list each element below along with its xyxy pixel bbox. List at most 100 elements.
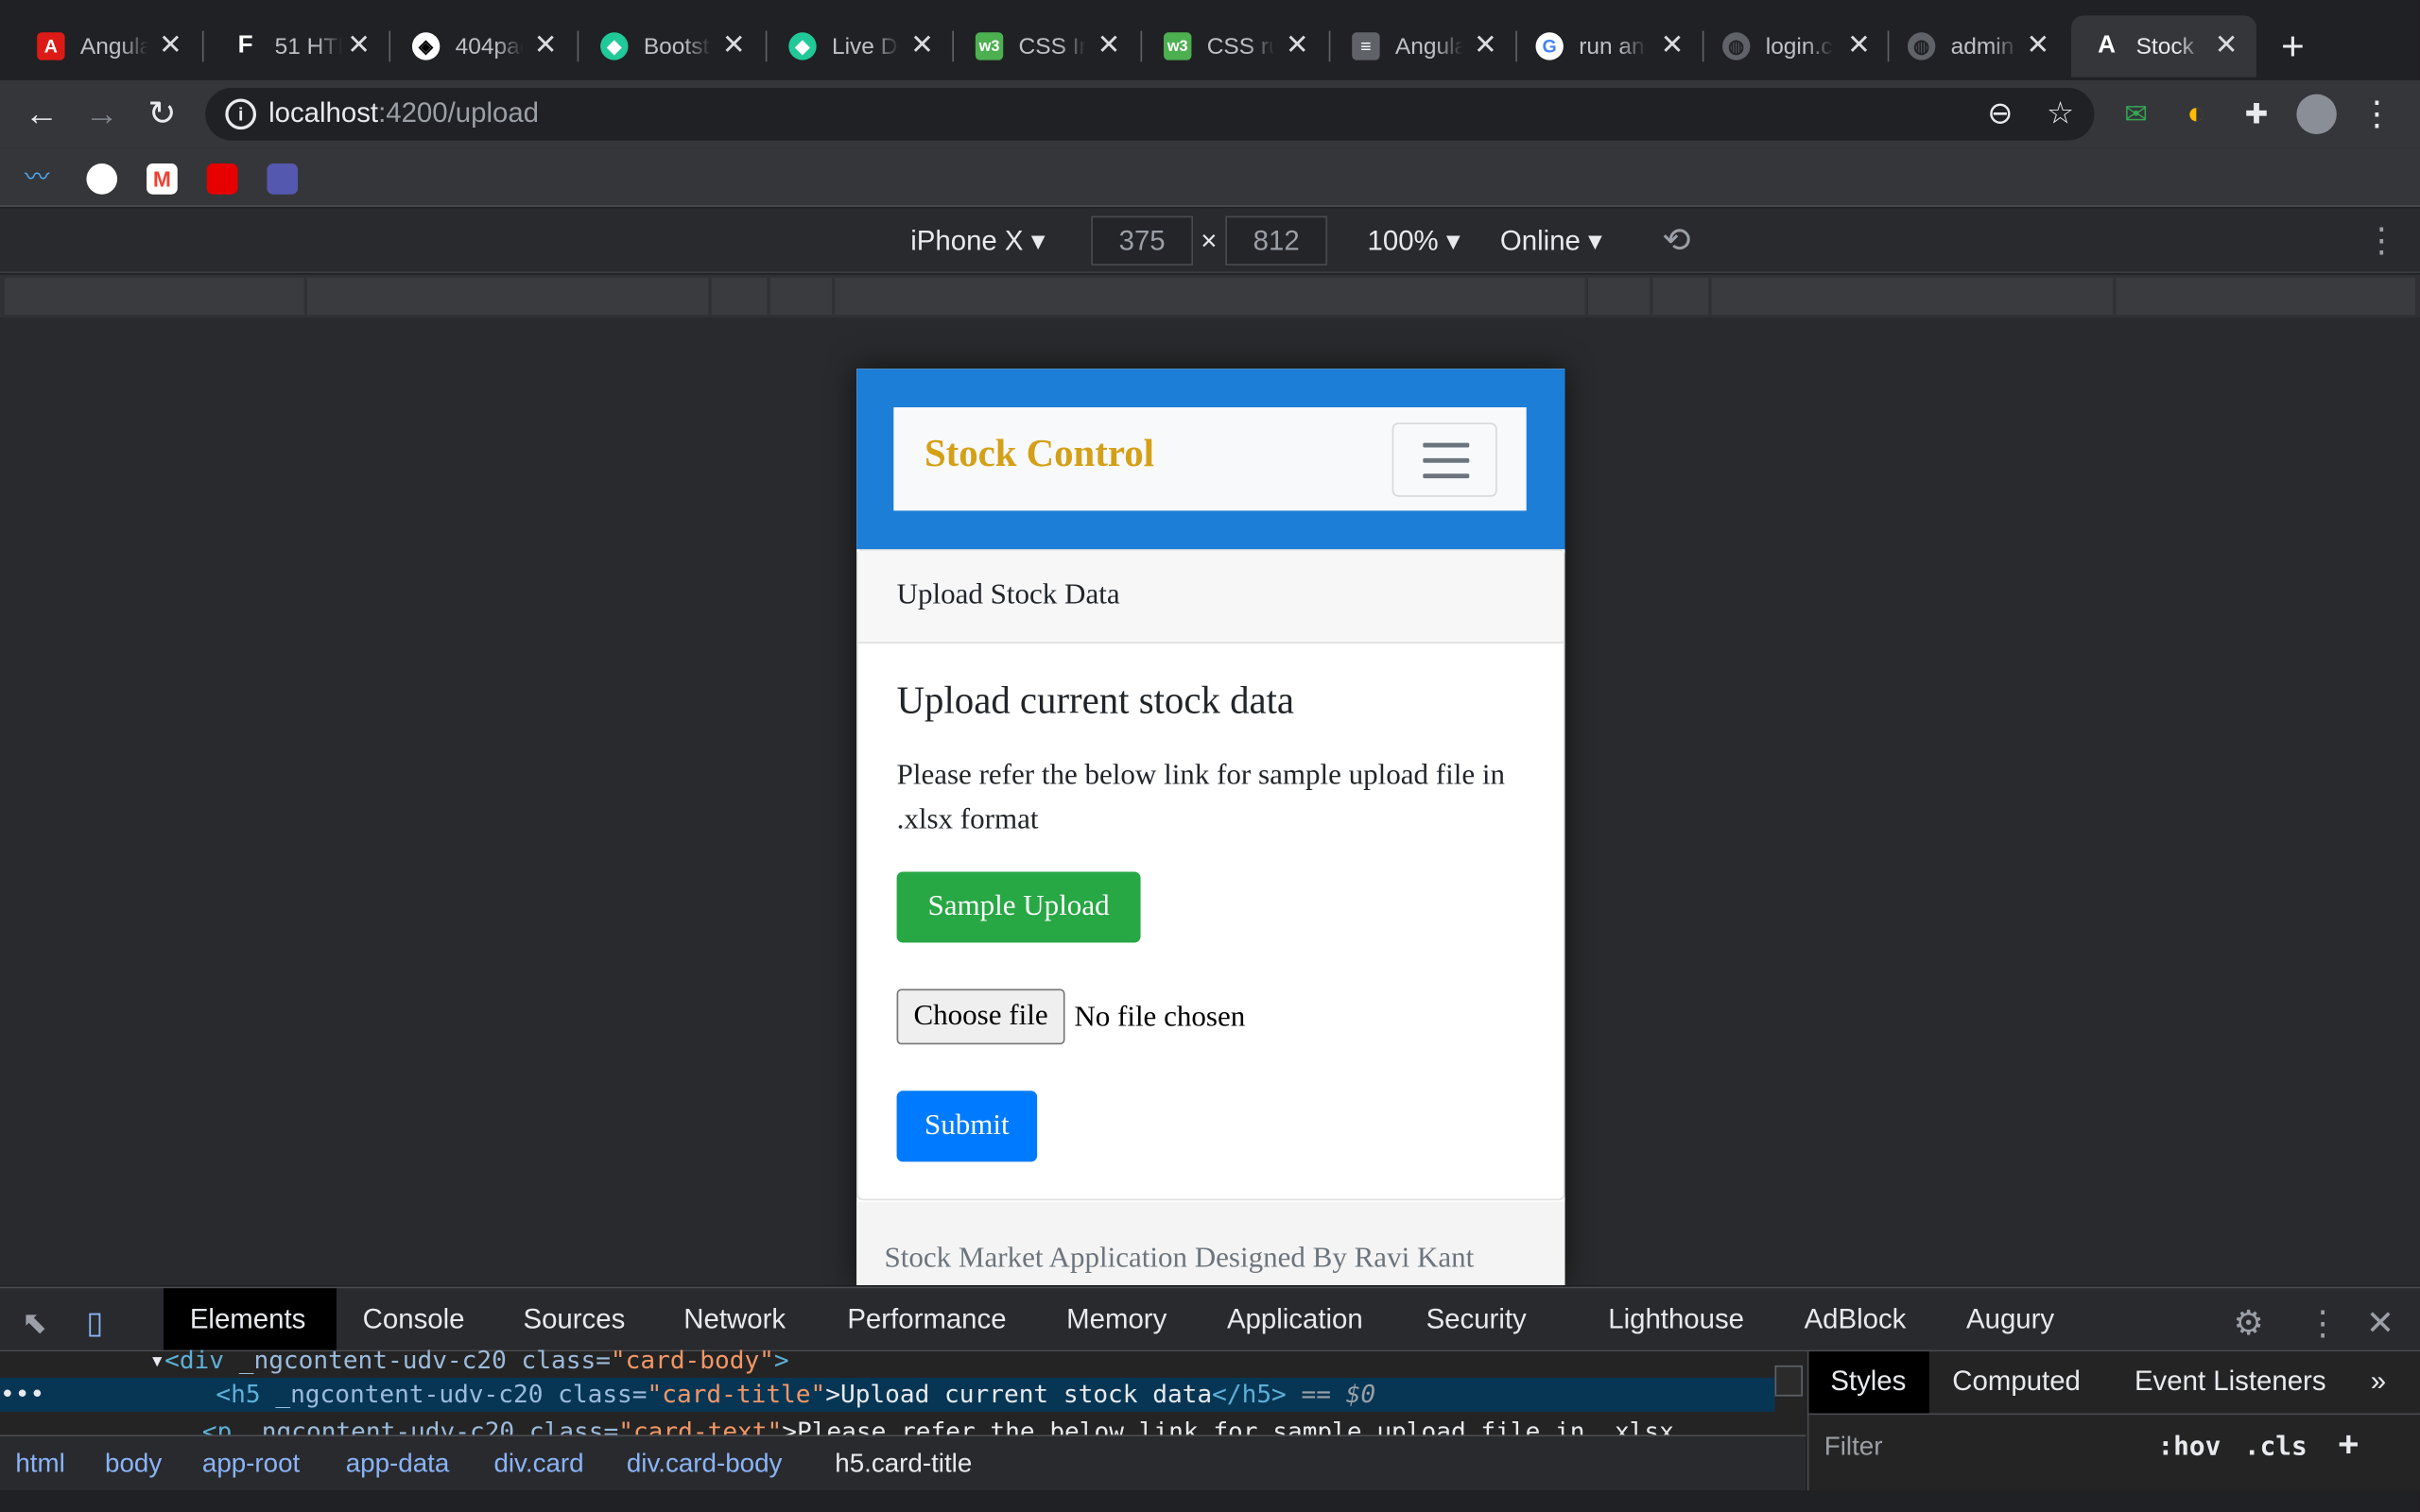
zoom-icon[interactable]: ⊖ — [1980, 94, 2020, 134]
navbar-toggler[interactable] — [1392, 422, 1497, 497]
extension-mail-icon[interactable]: ✉ — [2116, 94, 2155, 134]
settings-icon[interactable]: ⚙ — [2233, 1304, 2263, 1344]
close-icon[interactable]: ✕ — [910, 31, 934, 59]
add-rule-icon[interactable]: + — [2338, 1426, 2359, 1465]
back-icon[interactable]: ← — [22, 94, 61, 134]
ruler-segment[interactable] — [769, 277, 832, 316]
tab-event-listeners[interactable]: Event Listeners — [2135, 1366, 2326, 1398]
sample-upload-button[interactable]: Sample Upload — [896, 871, 1141, 943]
choose-file-button[interactable]: Choose file — [896, 988, 1065, 1045]
browser-tab[interactable]: F 51 HTML ✕ — [204, 15, 389, 77]
forward-icon[interactable]: → — [82, 94, 122, 134]
close-icon[interactable]: ✕ — [1474, 31, 1497, 59]
navbar-brand[interactable]: Stock Control — [925, 434, 1154, 477]
devtools-menu-icon[interactable]: ⋮ — [2306, 1304, 2340, 1344]
more-tabs-icon[interactable]: » — [2371, 1366, 2386, 1398]
ruler-segment[interactable] — [1587, 277, 1651, 316]
browser-tab[interactable]: A Angular ✕ — [0, 15, 200, 77]
zoom-select[interactable]: 100% ▾ — [1368, 225, 1461, 257]
breadcrumb-item[interactable]: app-data — [346, 1449, 450, 1480]
tab-adblock[interactable]: AdBlock — [1805, 1304, 1907, 1336]
tab-application[interactable]: Application — [1227, 1304, 1363, 1336]
tab-augury[interactable]: Augury — [1966, 1304, 2054, 1336]
tab-memory[interactable]: Memory — [1066, 1304, 1167, 1336]
device-menu-icon[interactable]: ⋮ — [2364, 220, 2398, 260]
device-toggle-icon[interactable]: ▯ — [86, 1304, 103, 1343]
tab-security[interactable]: Security — [1426, 1304, 1527, 1336]
browser-tab[interactable]: ◈ 404page ✕ — [390, 15, 576, 77]
tab-lighthouse[interactable]: Lighthouse — [1608, 1304, 1744, 1336]
dom-scrollbar[interactable] — [1774, 1365, 1803, 1397]
ruler-segment[interactable] — [306, 277, 709, 316]
info-icon[interactable]: i — [225, 98, 257, 130]
bookmark-wave-icon[interactable]: 〰 — [25, 163, 56, 195]
tab-elements[interactable]: Elements — [164, 1288, 337, 1350]
teams-icon[interactable] — [267, 163, 299, 195]
breadcrumb-item[interactable]: body — [105, 1449, 162, 1480]
breadcrumb-item[interactable]: app-root — [202, 1449, 300, 1480]
ruler-segment[interactable] — [711, 277, 768, 316]
bootstrap-icon: ◆ — [788, 32, 817, 60]
new-tab-icon[interactable]: + — [2281, 26, 2305, 66]
ruler-segment[interactable] — [835, 277, 1585, 316]
device-select[interactable]: iPhone X ▾ — [910, 225, 1045, 257]
node-actions-icon[interactable]: ••• — [0, 1380, 44, 1409]
hov-toggle[interactable]: :hov — [2157, 1432, 2221, 1463]
browser-tab[interactable]: ≡ Angular ✕ — [1330, 15, 1515, 77]
breadcrumb-item[interactable]: html — [15, 1449, 64, 1480]
avatar[interactable] — [2296, 94, 2337, 135]
browser-tab[interactable]: G run angular ✕ — [1517, 15, 1703, 77]
gmail-icon[interactable]: M — [147, 163, 178, 195]
close-icon[interactable]: ✕ — [2215, 31, 2238, 59]
device-width-input[interactable]: 375 — [1091, 215, 1194, 266]
submit-button[interactable]: Submit — [896, 1091, 1038, 1162]
close-icon[interactable]: ✕ — [1661, 31, 1685, 59]
browser-tab[interactable]: w3 CSS ruler ✕ — [1142, 15, 1327, 77]
tab-computed[interactable]: Computed — [1952, 1366, 2081, 1398]
reload-icon[interactable]: ↻ — [142, 94, 182, 134]
puzzle-icon[interactable]: ✚ — [2237, 94, 2276, 134]
tab-styles[interactable]: Styles — [1830, 1366, 1906, 1398]
browser-tab-active[interactable]: A Stock ✕ — [2071, 15, 2256, 77]
tab-performance[interactable]: Performance — [847, 1304, 1006, 1336]
menu-dots-icon[interactable]: ⋮ — [2357, 94, 2396, 134]
bookmark-red-icon[interactable] — [206, 163, 238, 195]
bookmark-globe-icon[interactable] — [86, 163, 118, 195]
tab-sources[interactable]: Sources — [523, 1304, 625, 1336]
ruler-segment[interactable] — [2116, 277, 2416, 316]
ruler-segment[interactable] — [1652, 277, 1709, 316]
breadcrumb-item-current[interactable]: h5.card-title — [835, 1449, 972, 1480]
close-devtools-icon[interactable]: ✕ — [2366, 1304, 2394, 1344]
tab-network[interactable]: Network — [683, 1304, 786, 1336]
dom-node-card-title[interactable]: ••• <h5 _ngcontent-udv-c20 class="card-ti… — [0, 1380, 1375, 1409]
breadcrumb-item[interactable]: div.card — [493, 1449, 583, 1480]
close-icon[interactable]: ✕ — [722, 31, 746, 59]
ruler-segment[interactable] — [4, 277, 304, 316]
inspect-element-icon[interactable]: ⬉ — [22, 1304, 47, 1343]
tab-console[interactable]: Console — [363, 1304, 465, 1336]
close-icon[interactable]: ✕ — [1847, 31, 1871, 59]
close-icon[interactable]: ✕ — [1098, 31, 1121, 59]
dom-node-card-body[interactable]: ▾<div _ngcontent-udv-c20 class="card-bod… — [149, 1346, 788, 1375]
browser-tab[interactable]: ◆ Bootstrap ✕ — [579, 15, 764, 77]
device-height-input[interactable]: 812 — [1225, 215, 1328, 266]
ruler-segment[interactable] — [1711, 277, 2114, 316]
rotate-icon[interactable]: ⟲ — [1662, 220, 1690, 260]
breadcrumb-item[interactable]: div.card-body — [627, 1449, 783, 1480]
expand-arrow-icon[interactable]: ▾ — [149, 1346, 164, 1375]
close-icon[interactable]: ✕ — [2027, 31, 2050, 59]
extension-moon-icon[interactable]: ◐ — [2176, 94, 2216, 134]
close-icon[interactable]: ✕ — [347, 31, 371, 59]
cls-toggle[interactable]: .cls — [2244, 1432, 2308, 1463]
close-icon[interactable]: ✕ — [534, 31, 558, 59]
url-text[interactable]: localhost:4200/upload — [268, 97, 539, 129]
star-icon[interactable]: ☆ — [2040, 94, 2080, 134]
network-select[interactable]: Online ▾ — [1500, 225, 1602, 257]
browser-tab[interactable]: ◍ login.com ✕ — [1703, 15, 1889, 77]
styles-filter-input[interactable]: Filter — [1824, 1432, 1883, 1463]
browser-tab[interactable]: w3 CSS Import ✕ — [954, 15, 1139, 77]
close-icon[interactable]: ✕ — [159, 31, 182, 59]
browser-tab[interactable]: ◍ admin ✕ — [1889, 15, 2067, 77]
close-icon[interactable]: ✕ — [1286, 31, 1309, 59]
browser-tab[interactable]: ◆ Live Demo ✕ — [767, 15, 952, 77]
